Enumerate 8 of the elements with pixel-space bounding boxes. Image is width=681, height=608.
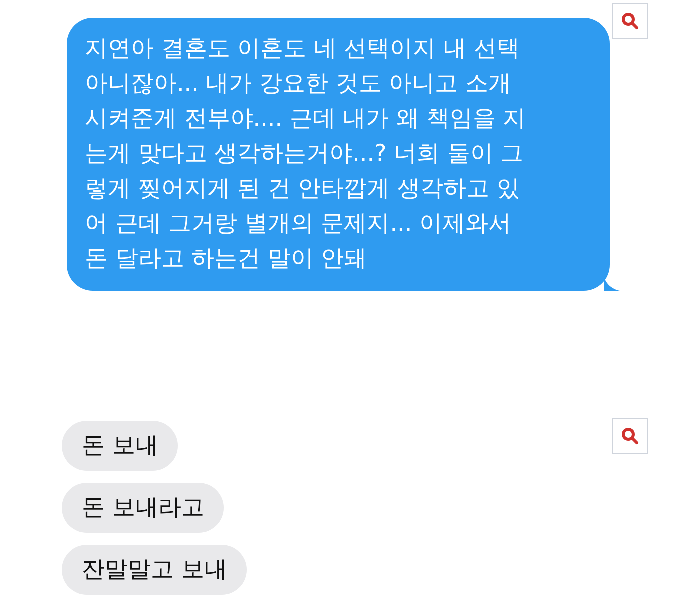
search-icon bbox=[621, 427, 639, 445]
search-icon bbox=[621, 12, 639, 30]
zoom-button[interactable] bbox=[612, 3, 648, 39]
zoom-button[interactable] bbox=[612, 418, 648, 454]
message-bubble: 지연아 결혼도 이혼도 네 선택이지 내 선택 아니잖아... 내가 강요한 것도 아니고 소개 시켜준게 전부야.... 근데 내가 왜 책임을 지 는게 맞다고 생각하는거야...? 너희 둘이 그 렇게 찢어지게 된 건 안타깝게 생각하고 있 어 근데 그거랑 별개의 문제지... 이제와서 돈 달라고 하는건 말이 안돼 bbox=[67, 18, 610, 291]
message-bubble: 돈 보내 bbox=[62, 421, 178, 471]
message-bubble: 잔말말고 보내 bbox=[62, 545, 248, 595]
message-bubble: 돈 보내라고 bbox=[62, 483, 224, 533]
